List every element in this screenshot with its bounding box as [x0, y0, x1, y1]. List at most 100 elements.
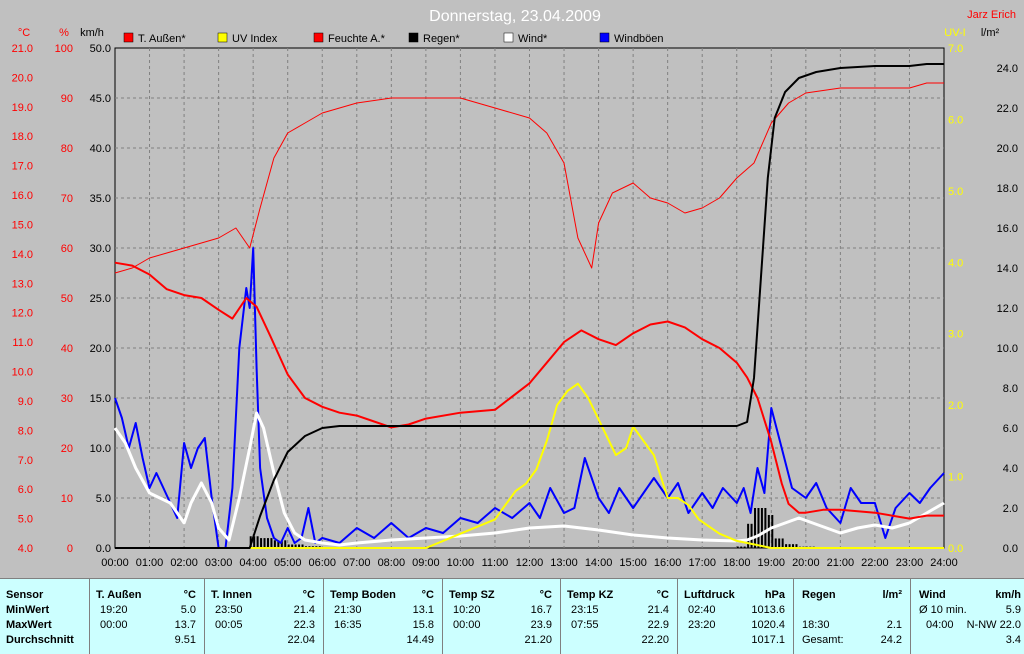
rain-bar	[267, 538, 269, 548]
statistics-table: Sensor MinWert MaxWert Durchschnitt T. A…	[0, 578, 1024, 654]
rain-tick-label: 0.0	[1003, 543, 1018, 555]
stats-avg: 9.51	[175, 633, 196, 647]
rain-name: Regen	[802, 588, 836, 602]
stats-unit: °C	[303, 588, 315, 602]
stats-avg: 14.49	[406, 633, 434, 647]
stats-max-val: 22.3	[294, 618, 315, 632]
x-tick-label: 21:00	[827, 557, 855, 569]
stats-max-time: 23:20	[688, 618, 716, 632]
stats-max-time: 16:35	[334, 618, 362, 632]
wind-tick-label: 30.0	[90, 243, 111, 255]
uv-tick-label: 0.0	[948, 543, 963, 555]
temp-tick-label: 5.0	[18, 514, 33, 526]
label-sensor: Sensor	[6, 588, 43, 602]
rain-tick-label: 10.0	[997, 343, 1018, 355]
temp-tick-label: 9.0	[18, 396, 33, 408]
rain-tick-label: 2.0	[1003, 503, 1018, 515]
stats-unit: °C	[422, 588, 434, 602]
rain-bar	[778, 538, 780, 548]
stats-min-time: 23:50	[215, 603, 243, 617]
x-tick-label: 09:00	[412, 557, 440, 569]
x-tick-label: 16:00	[654, 557, 682, 569]
x-tick-label: 00:00	[101, 557, 129, 569]
stats-min-time: 21:30	[334, 603, 362, 617]
humidity-tick-label: 40	[61, 343, 73, 355]
stats-max-val: 1020.4	[751, 618, 785, 632]
x-tick-label: 10:00	[447, 557, 475, 569]
uv-tick-label: 7.0	[948, 43, 963, 55]
rain-tick-label: 18.0	[997, 183, 1018, 195]
x-tick-label: 03:00	[205, 557, 233, 569]
wind-tick-label: 5.0	[96, 493, 111, 505]
stats-unit: °C	[540, 588, 552, 602]
uv-tick-label: 3.0	[948, 329, 963, 341]
rain-bar	[737, 547, 739, 548]
label-avg: Durchschnitt	[6, 633, 74, 647]
wind-unit: km/h	[995, 588, 1021, 602]
legend-label: Feuchte A.*	[328, 33, 386, 45]
legend-swatch	[218, 33, 227, 42]
stats-max-time: 00:00	[453, 618, 481, 632]
rain-bar	[284, 540, 286, 548]
temp-tick-label: 20.0	[12, 72, 33, 84]
stats-col-rain: Regen l/m² 18:30 2.1 Gesamt: 24.2	[794, 579, 911, 654]
x-tick-label: 20:00	[792, 557, 820, 569]
temp-tick-label: 13.0	[12, 278, 33, 290]
wind-avg: 3.4	[1006, 633, 1021, 647]
uv-tick-label: 6.0	[948, 114, 963, 126]
x-tick-label: 07:00	[343, 557, 371, 569]
wind-tick-label: 50.0	[90, 43, 111, 55]
rain-bar	[274, 540, 276, 548]
chart-title: Donnerstag, 23.04.2009	[429, 8, 601, 25]
rain-tick-label: 24.0	[997, 63, 1018, 75]
x-tick-label: 06:00	[308, 557, 336, 569]
stats-max-val: 23.9	[531, 618, 552, 632]
rain-total-val: 24.2	[881, 633, 902, 647]
stats-max-val: 15.8	[413, 618, 434, 632]
wind-avg10-val: 5.9	[1006, 603, 1021, 617]
legend-label: UV Index	[232, 33, 278, 45]
stats-col-wind: Wind km/h Ø 10 min. 5.9 04:00 N-NW 22.0 …	[911, 579, 1024, 654]
rain-bar	[761, 508, 763, 548]
stats-min-time: 10:20	[453, 603, 481, 617]
rain-tick-label: 22.0	[997, 103, 1018, 115]
temp-tick-label: 16.0	[12, 190, 33, 202]
legend-swatch	[504, 33, 513, 42]
x-tick-label: 08:00	[378, 557, 406, 569]
x-tick-label: 02:00	[170, 557, 198, 569]
stats-min-val: 21.4	[294, 603, 315, 617]
legend-label: Wind*	[518, 33, 548, 45]
humidity-tick-label: 80	[61, 143, 73, 155]
stats-name: Luftdruck	[684, 588, 735, 602]
humidity-axis-label: %	[59, 27, 69, 39]
rain-total-label: Gesamt:	[802, 633, 844, 647]
wind-tick-label: 15.0	[90, 393, 111, 405]
humidity-tick-label: 60	[61, 243, 73, 255]
stats-name: T. Außen	[96, 588, 141, 602]
humidity-tick-label: 90	[61, 93, 73, 105]
stats-min-time: 19:20	[100, 603, 128, 617]
uv-tick-label: 5.0	[948, 186, 963, 198]
stats-avg: 22.04	[287, 633, 315, 647]
rain-tick-label: 6.0	[1003, 423, 1018, 435]
stats-name: Temp Boden	[330, 588, 396, 602]
stats-min-val: 13.1	[413, 603, 434, 617]
wind-tick-label: 10.0	[90, 443, 111, 455]
temp-tick-label: 17.0	[12, 161, 33, 173]
stats-col-3: Temp SZ°C10:2016.700:0023.921.20	[443, 579, 561, 654]
temp-tick-label: 11.0	[12, 337, 33, 349]
stats-row-labels: Sensor MinWert MaxWert Durchschnitt	[0, 579, 90, 654]
stats-name: Temp SZ	[449, 588, 495, 602]
stats-max-time: 07:55	[571, 618, 599, 632]
rain-bar	[747, 524, 749, 548]
x-tick-label: 11:00	[482, 557, 509, 569]
rain-tick-label: 20.0	[997, 143, 1018, 155]
weather-chart: Donnerstag, 23.04.2009Jarz Erich°C%km/hU…	[0, 0, 1024, 578]
legend-swatch	[600, 33, 609, 42]
stats-min-time: 02:40	[688, 603, 716, 617]
wind-max-time: 04:00	[926, 618, 954, 632]
rain-tick-label: 14.0	[997, 263, 1018, 275]
x-tick-label: 24:00	[930, 557, 958, 569]
legend-swatch	[409, 33, 418, 42]
temp-tick-label: 8.0	[18, 425, 33, 437]
